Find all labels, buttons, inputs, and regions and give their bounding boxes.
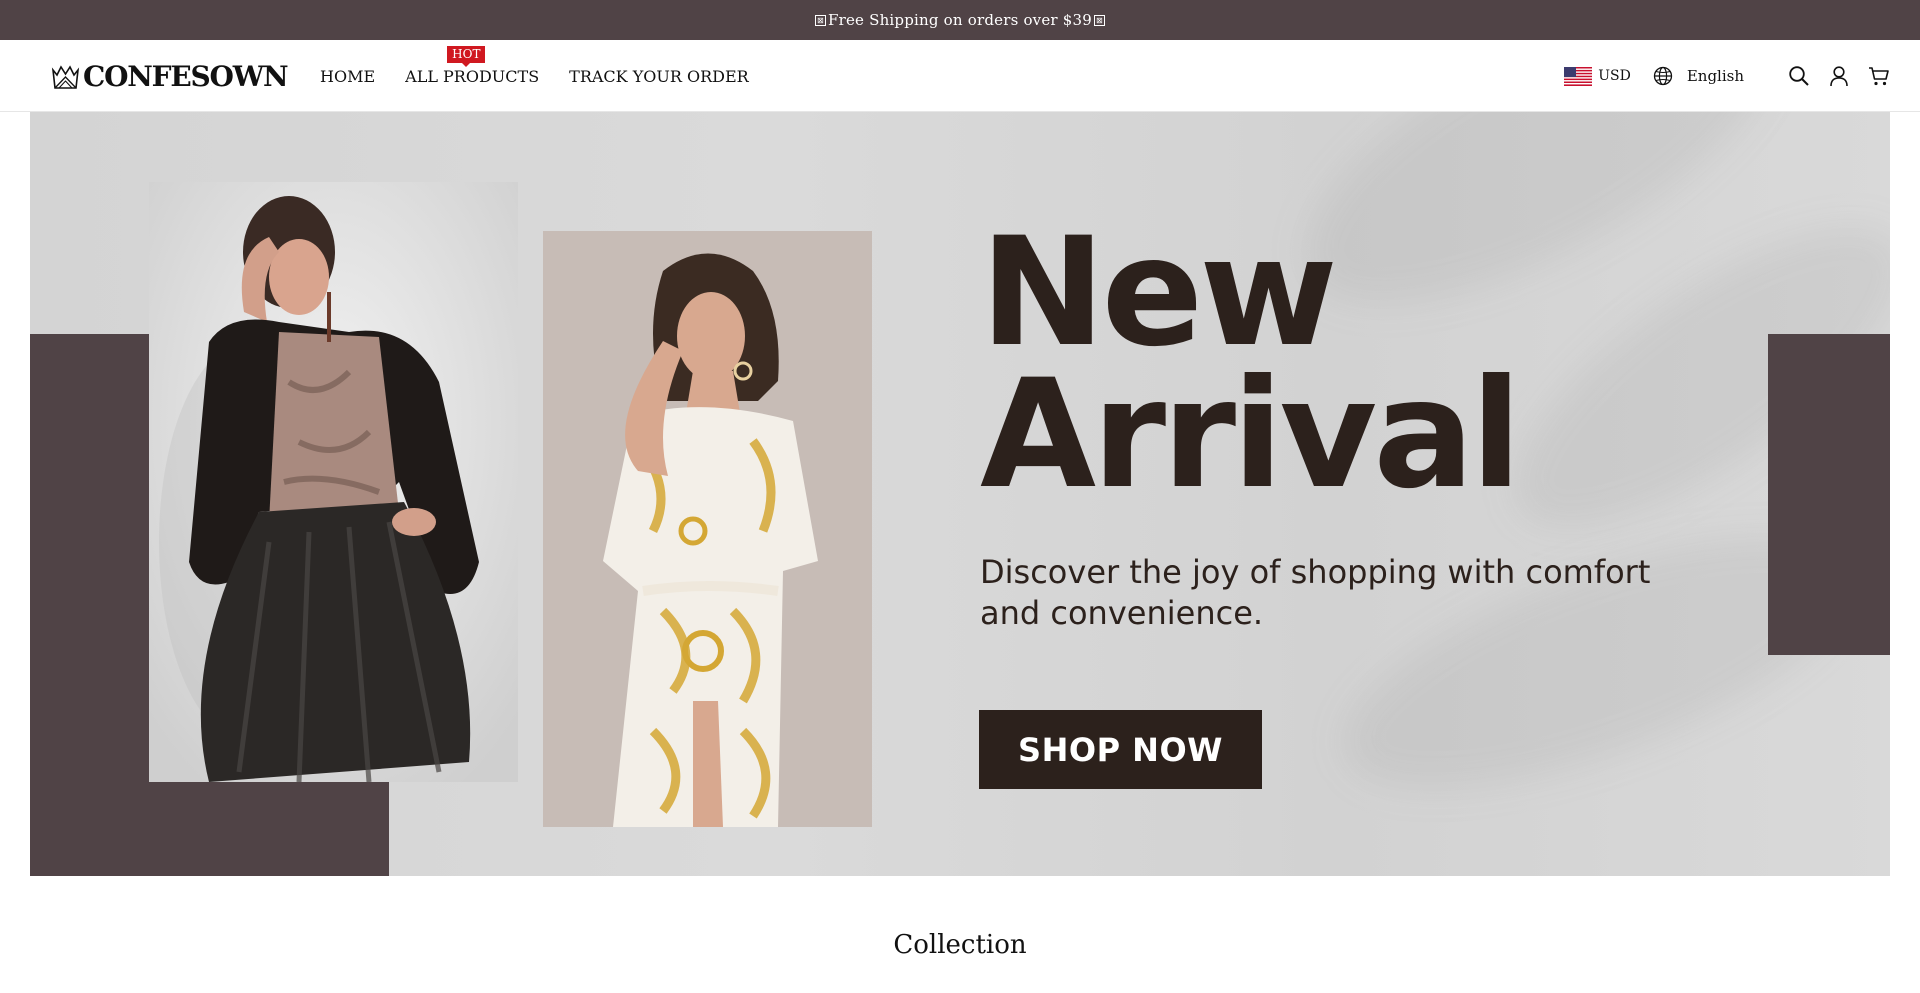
language-label: English (1686, 67, 1744, 85)
nav-item-all-products[interactable]: HOT ALL PRODUCTS (405, 45, 540, 86)
model-photo-2 (543, 231, 872, 827)
logo-text: CONFESOWN (83, 59, 289, 93)
hero-banner[interactable]: New Arrival Discover the joy of shopping… (30, 112, 1890, 876)
currency-label: USD (1598, 68, 1631, 84)
account-button[interactable] (1828, 65, 1850, 87)
nav-item-home[interactable]: HOME (320, 67, 375, 86)
hero-photo-model-1 (149, 182, 518, 782)
header-utilities: USD English (1564, 40, 1890, 112)
cart-icon (1869, 67, 1889, 86)
hero-subtitle: Discover the joy of shopping with comfor… (980, 552, 1680, 634)
announcement-bar: ⊠ Free Shipping on orders over $39 ⊠ (0, 0, 1920, 40)
search-button[interactable] (1788, 65, 1810, 87)
site-header: CONFESOWN HOME HOT ALL PRODUCTS TRACK YO… (0, 40, 1920, 112)
hero-accent-block-right (1768, 334, 1890, 655)
collection-heading: Collection (893, 930, 1027, 960)
hero-headline-line-1: New (980, 206, 1338, 380)
announcement-glyph-right: ⊠ (1094, 14, 1105, 26)
cart-button[interactable] (1868, 65, 1890, 87)
account-icon (1830, 66, 1848, 87)
crown-icon (51, 64, 80, 89)
announcement-glyph-left: ⊠ (815, 14, 826, 26)
currency-selector[interactable]: USD (1564, 66, 1631, 86)
nav-item-label: TRACK YOUR ORDER (569, 66, 749, 86)
hot-badge: HOT (447, 45, 486, 67)
site-logo[interactable]: CONFESOWN (51, 59, 289, 93)
hero-subtitle-line-2: and convenience. (980, 594, 1264, 632)
hero-photo-model-2 (543, 231, 872, 827)
search-icon (1789, 66, 1809, 86)
shop-now-button[interactable]: SHOP NOW (979, 710, 1262, 789)
announcement-text: Free Shipping on orders over $39 (828, 11, 1092, 29)
main-nav: HOME HOT ALL PRODUCTS TRACK YOUR ORDER (320, 40, 779, 112)
model-photo-1 (149, 182, 518, 782)
hero-headline: New Arrival (980, 206, 1522, 522)
nav-item-label: ALL PRODUCTS (405, 66, 540, 86)
hero-headline-line-2: Arrival (980, 348, 1522, 522)
globe-icon (1653, 66, 1672, 86)
us-flag-icon (1564, 66, 1593, 86)
nav-item-track-order[interactable]: TRACK YOUR ORDER (569, 67, 749, 86)
language-selector[interactable]: English (1653, 66, 1744, 86)
hero-subtitle-line-1: Discover the joy of shopping with comfor… (980, 553, 1651, 591)
nav-item-label: HOME (320, 66, 376, 86)
